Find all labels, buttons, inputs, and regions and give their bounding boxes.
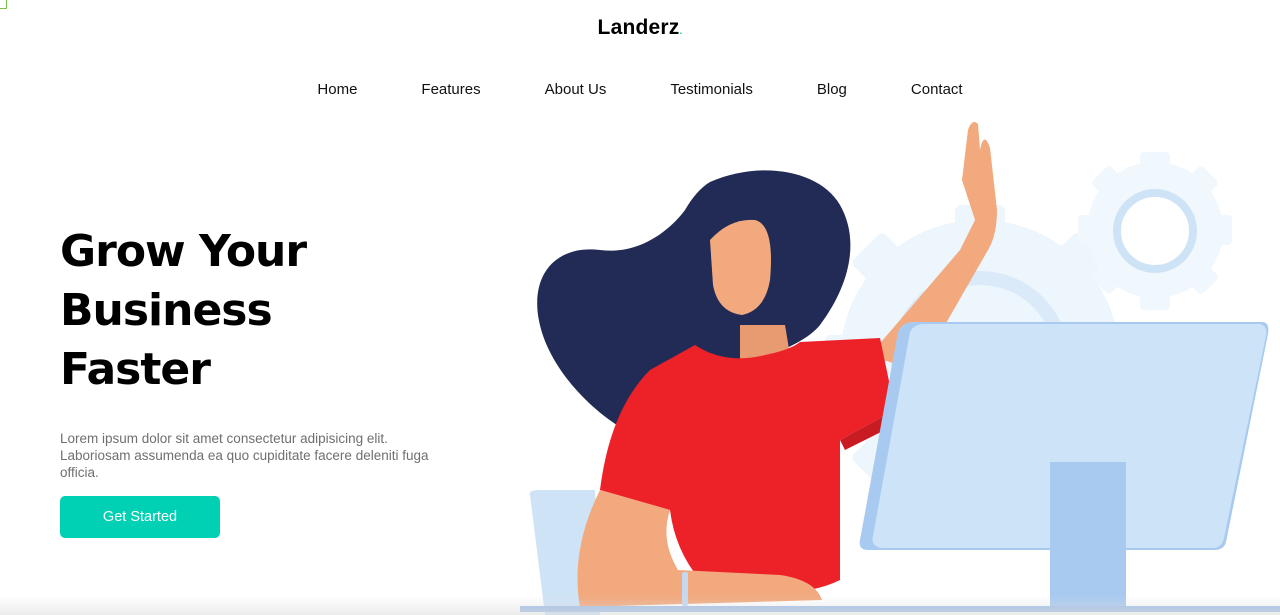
corner-mark — [0, 0, 7, 9]
get-started-button[interactable]: Get Started — [60, 496, 220, 538]
main-nav: Home Features About Us Testimonials Blog… — [0, 81, 1280, 98]
small-gear-icon — [1078, 152, 1232, 310]
hero-title: Grow Your Business Faster — [60, 222, 307, 399]
brand-dot: . — [679, 26, 683, 37]
hero-title-line-2: Business — [60, 285, 273, 336]
monitor-icon — [859, 322, 1269, 607]
page-bottom-shadow — [0, 596, 1280, 615]
hero-illustration — [520, 122, 1280, 615]
nav-item-home[interactable]: Home — [317, 81, 357, 98]
nav-item-contact[interactable]: Contact — [911, 81, 963, 98]
hero-title-line-1: Grow Your — [60, 226, 307, 277]
nav-item-features[interactable]: Features — [421, 81, 480, 98]
nav-item-blog[interactable]: Blog — [817, 81, 847, 98]
hero-description: Lorem ipsum dolor sit amet consectetur a… — [60, 431, 429, 480]
brand-name: Landerz — [597, 16, 680, 39]
nav-item-about-us[interactable]: About Us — [545, 81, 607, 98]
nav-item-testimonials[interactable]: Testimonials — [670, 81, 753, 98]
face — [710, 219, 771, 315]
brand-logo[interactable]: Landerz. — [0, 16, 1280, 40]
hero-title-line-3: Faster — [60, 344, 211, 395]
